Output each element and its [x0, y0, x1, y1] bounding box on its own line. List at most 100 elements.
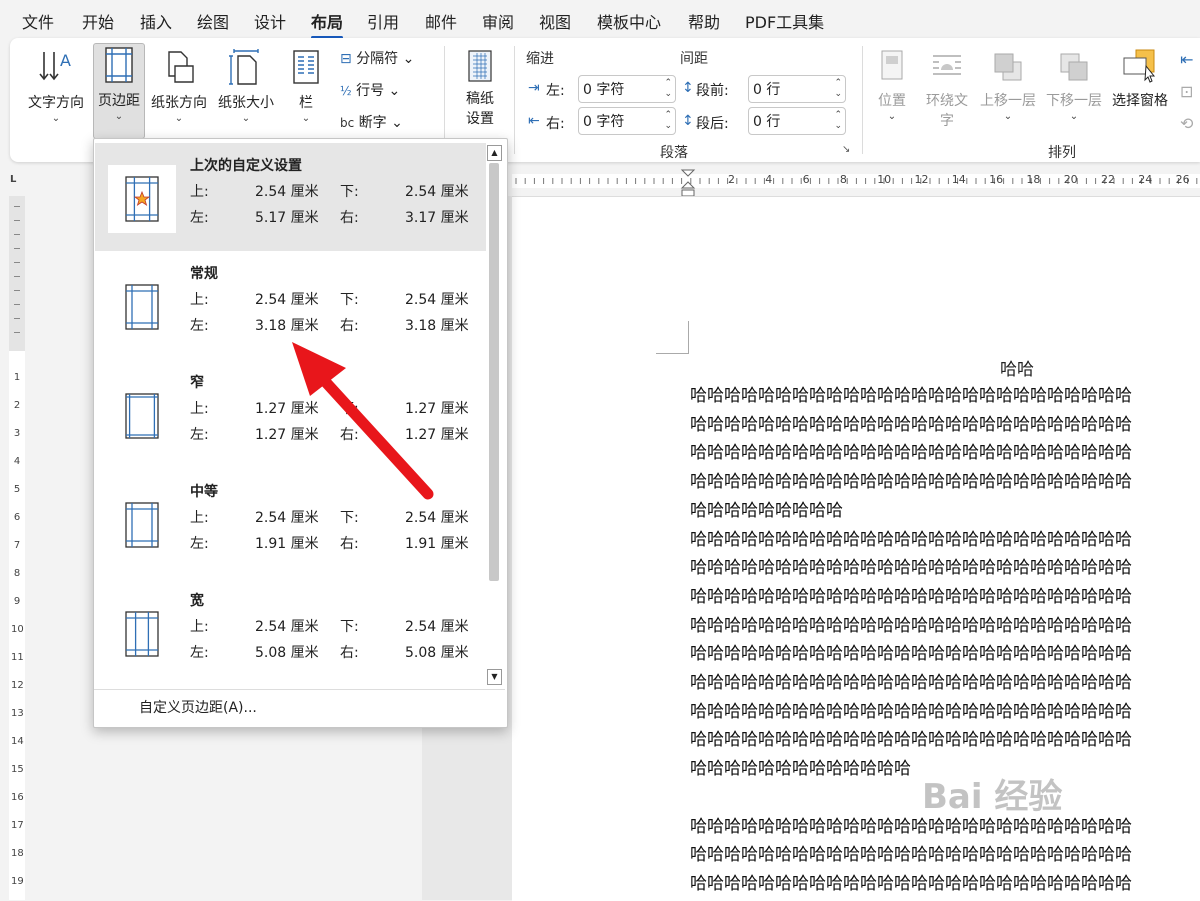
tab-selector-icon[interactable]: L [10, 174, 16, 185]
tab-11[interactable]: 帮助 [688, 9, 720, 33]
tab-6[interactable]: 引用 [367, 9, 399, 33]
menu-bar: 文件 开始 插入 绘图 设计 布局 引用 邮件 审阅 视图 模板中心 帮助 PDF工具集 [0, 0, 1200, 39]
ruler-number: 16 [11, 792, 24, 803]
chevron-down-icon: ⌄ [1003, 111, 1013, 122]
margins-icon [105, 47, 133, 83]
chevron-down-icon: ⌄ [402, 51, 415, 67]
ruler-number: 15 [11, 764, 24, 775]
right-label: 右: [340, 210, 359, 226]
document-line: 哈哈哈哈哈哈哈哈哈哈哈哈哈哈哈哈哈哈哈哈哈哈哈哈哈哈 [690, 443, 1132, 464]
right-label: 右: [340, 318, 359, 334]
ruler-tick [14, 262, 20, 263]
document-line: 哈哈哈哈哈哈哈哈哈哈哈哈哈哈哈哈哈哈哈哈哈哈哈哈哈哈 [690, 673, 1132, 693]
text-direction-button[interactable]: A 文字方向 ⌄ [24, 48, 88, 136]
spinner-icon[interactable]: ⌃ ⌄ [664, 110, 672, 132]
margin-preset-item[interactable]: 上次的自定义设置 上: 2.54 厘米 下: 2.54 厘米 左: 5.17 厘… [95, 143, 486, 251]
spacing-before-icon: ↕ [682, 80, 694, 96]
spinner-icon[interactable]: ⌃ ⌄ [834, 78, 842, 100]
spacing-after-field[interactable]: 0 行 ⌃ ⌄ [748, 107, 846, 135]
wrap-text-button[interactable]: 环绕文 字 [920, 48, 974, 138]
bottom-label: 下: [340, 292, 359, 308]
group-icon[interactable]: ⊡ [1180, 82, 1193, 101]
bottom-value: 1.27 厘米 [405, 401, 469, 417]
ruler-number: 14 [11, 736, 24, 747]
ruler-number: 3 [13, 428, 21, 439]
draft-paper-button[interactable]: 稿纸 设置 [456, 48, 504, 136]
line-numbers-button[interactable]: ½ 行号 ⌄ [340, 80, 400, 100]
ruler-number: 18 [11, 848, 24, 859]
left-label: 左: [190, 318, 209, 334]
margin-preset-icon [125, 284, 159, 330]
margin-corner-mark [656, 321, 689, 354]
margin-preset-item[interactable]: 宽 上: 2.54 厘米 下: 2.54 厘米 左: 5.08 厘米 右: 5.… [95, 578, 486, 686]
document-line: 哈哈哈哈哈哈哈哈哈哈哈哈哈哈哈哈哈哈哈哈哈哈哈哈哈哈 [690, 586, 1132, 607]
dialog-launcher-icon[interactable]: ↘ [842, 144, 850, 155]
spacing-before-field[interactable]: 0 行 ⌃ ⌄ [748, 75, 846, 103]
spinner-icon[interactable]: ⌃ ⌄ [834, 110, 842, 132]
selection-pane-label: 选择窗格 [1112, 93, 1168, 109]
ruler-number: 26 [1175, 173, 1190, 186]
tab-3[interactable]: 绘图 [197, 9, 229, 33]
indent-right-field[interactable]: 0 字符 ⌃ ⌄ [578, 107, 676, 135]
document-page[interactable]: 哈哈 哈哈哈哈哈哈哈哈哈哈哈哈哈哈哈哈哈哈哈哈哈哈哈哈哈哈 哈哈哈哈哈哈哈哈哈哈哈… [512, 196, 1200, 901]
bottom-label: 下: [340, 619, 359, 635]
bring-forward-button[interactable]: 上移一层 ⌄ [976, 48, 1040, 138]
left-value: 5.08 厘米 [255, 645, 319, 661]
tab-0[interactable]: 文件 [22, 9, 54, 33]
menu-divider [94, 689, 505, 690]
columns-button[interactable]: 栏 ⌄ [286, 48, 326, 136]
right-value: 5.08 厘米 [405, 645, 469, 661]
send-backward-label: 下移一层 [1046, 93, 1102, 109]
preset-title: 常规 [190, 266, 218, 282]
left-value: 1.27 厘米 [255, 427, 319, 443]
breaks-button[interactable]: ⊟ 分隔符 ⌄ [340, 48, 414, 68]
custom-margins-item[interactable]: 自定义页边距(A)... [139, 697, 257, 717]
indent-left-field[interactable]: 0 字符 ⌃ ⌄ [578, 75, 676, 103]
spacing-after-value: 0 行 [753, 114, 781, 130]
right-label: 右: [340, 427, 359, 443]
ruler-number: 17 [11, 820, 24, 831]
tab-8[interactable]: 审阅 [482, 9, 514, 33]
dropdown-scrollbar[interactable]: ▲ ▼ [485, 143, 502, 687]
tab-2[interactable]: 插入 [140, 9, 172, 33]
spacing-header: 间距 [680, 51, 708, 67]
left-label: 左: [190, 645, 209, 661]
margin-preset-item[interactable]: 中等 上: 2.54 厘米 下: 2.54 厘米 左: 1.91 厘米 右: 1… [95, 469, 486, 577]
orientation-button[interactable]: 纸张方向 ⌄ [148, 48, 210, 136]
ruler-number: 22 [1101, 173, 1115, 186]
send-backward-button[interactable]: 下移一层 ⌄ [1042, 48, 1106, 138]
tab-5[interactable]: 布局 [311, 9, 344, 39]
bottom-value: 2.54 厘米 [405, 510, 469, 526]
ruler-number: 9 [13, 596, 21, 607]
ruler-tick [14, 304, 20, 305]
tab-12[interactable]: PDF工具集 [745, 9, 824, 33]
position-button[interactable]: 位置 ⌄ [872, 48, 912, 138]
chevron-down-icon: ⌄ [51, 113, 61, 124]
ruler-number: 4 [765, 173, 773, 186]
size-button[interactable]: 纸张大小 ⌄ [214, 48, 278, 136]
tab-7[interactable]: 邮件 [425, 9, 457, 33]
align-icon[interactable]: ⇤ [1180, 50, 1193, 69]
scroll-thumb[interactable] [489, 163, 499, 581]
indent-left-value: 0 字符 [583, 82, 625, 98]
left-value: 5.17 厘米 [255, 210, 319, 226]
rotate-icon[interactable]: ⟲ [1180, 114, 1193, 133]
ruler-tick [14, 220, 20, 221]
margins-button[interactable]: 页边距 ⌄ [93, 43, 145, 139]
tab-9[interactable]: 视图 [539, 9, 571, 33]
spinner-icon[interactable]: ⌃ ⌄ [664, 78, 672, 100]
margin-preset-item[interactable]: 窄 上: 1.27 厘米 下: 1.27 厘米 左: 1.27 厘米 右: 1.… [95, 360, 486, 468]
scroll-down-icon[interactable]: ▼ [487, 669, 502, 685]
margin-preset-item[interactable]: 常规 上: 2.54 厘米 下: 2.54 厘米 左: 3.18 厘米 右: 3… [95, 251, 486, 359]
selection-pane-button[interactable]: 选择窗格 [1108, 48, 1172, 138]
chevron-down-icon: ⌄ [174, 113, 184, 124]
hyphenation-button[interactable]: bc 断字 ⌄ [340, 112, 403, 132]
chevron-down-icon: ⌄ [1069, 111, 1079, 122]
tab-1[interactable]: 开始 [82, 9, 114, 33]
tab-4[interactable]: 设计 [254, 9, 286, 33]
preset-title: 宽 [190, 593, 204, 609]
left-value: 3.18 厘米 [255, 318, 319, 334]
scroll-up-icon[interactable]: ▲ [487, 145, 502, 161]
margins-dropdown: 上次的自定义设置 上: 2.54 厘米 下: 2.54 厘米 左: 5.17 厘… [93, 138, 508, 728]
tab-10[interactable]: 模板中心 [597, 9, 661, 33]
